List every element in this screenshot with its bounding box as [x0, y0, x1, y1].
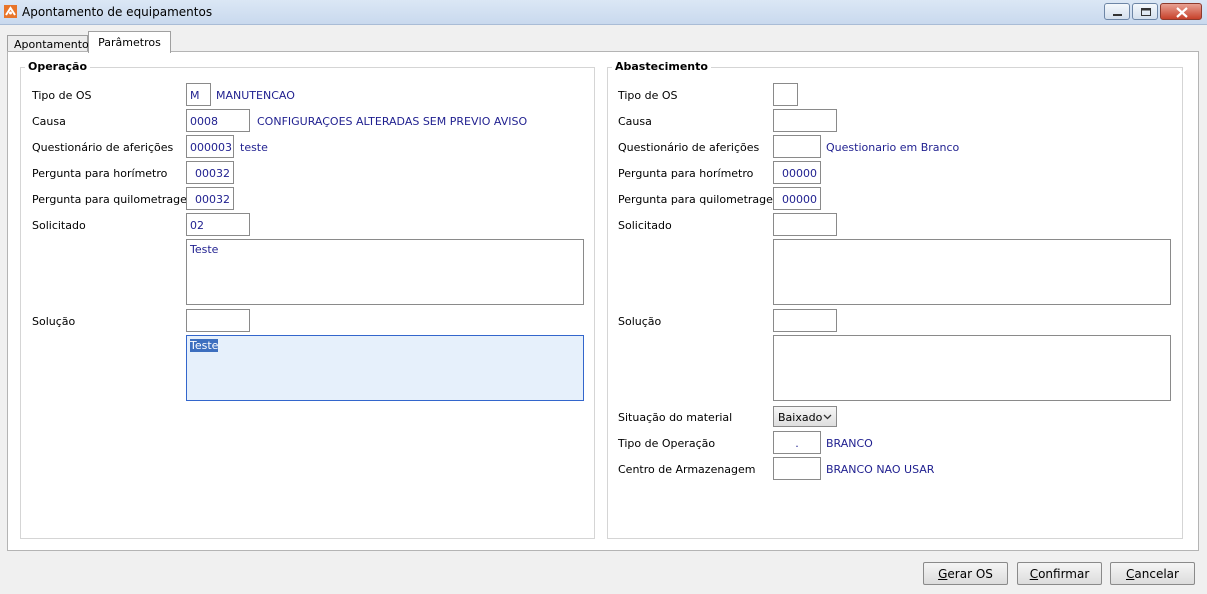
ab-causa-input[interactable]: [773, 109, 837, 132]
op-solucao-input[interactable]: [186, 309, 250, 332]
gerar-os-mnemonic: G: [938, 567, 948, 581]
ab-centro-armazenagem-desc: BRANCO NAO USAR: [826, 463, 935, 476]
ab-tipo-os-input[interactable]: [773, 83, 798, 106]
op-pergunta-horimetro-label: Pergunta para horímetro: [32, 167, 168, 180]
op-causa-input[interactable]: 0008: [186, 109, 250, 132]
op-causa-desc: CONFIGURAÇOES ALTERADAS SEM PREVIO AVISO: [257, 115, 528, 128]
op-questionario-desc: teste: [240, 141, 268, 154]
ab-causa-label: Causa: [618, 115, 652, 128]
ab-situacao-material-value: Baixado: [778, 411, 823, 424]
op-questionario-input[interactable]: 000003: [186, 135, 234, 158]
op-pergunta-quilometragem-input[interactable]: 00032: [186, 187, 234, 210]
op-solicitado-input[interactable]: 02: [186, 213, 250, 236]
op-pergunta-horimetro-input[interactable]: 00032: [186, 161, 234, 184]
operacao-group: Operação Tipo de OS M MANUTENCAO Causa 0…: [20, 60, 595, 539]
ab-tipo-os-label: Tipo de OS: [618, 89, 678, 102]
op-tipo-os-input[interactable]: M: [186, 83, 211, 106]
abastecimento-group: Abastecimento Tipo de OS Causa Questioná…: [607, 60, 1183, 539]
window-title: Apontamento de equipamentos: [22, 5, 213, 19]
ab-pergunta-quilometragem-input[interactable]: 00000: [773, 187, 821, 210]
ab-pergunta-horimetro-input[interactable]: 00000: [773, 161, 821, 184]
ab-tipo-operacao-label: Tipo de Operação: [618, 437, 716, 450]
op-solicitado-label: Solicitado: [32, 219, 86, 232]
op-pergunta-quilometragem-label: Pergunta para quilometragem: [32, 193, 198, 206]
ab-centro-armazenagem-input[interactable]: [773, 457, 821, 480]
op-solucao-memo-text: Teste: [190, 339, 219, 352]
tab-apontamentos[interactable]: Apontamentos: [7, 35, 95, 52]
confirmar-label: onfirmar: [1038, 567, 1090, 581]
ab-pergunta-quilometragem-label: Pergunta para quilometragem: [618, 193, 784, 206]
ab-pergunta-horimetro-label: Pergunta para horímetro: [618, 167, 754, 180]
tab-parametros[interactable]: Parâmetros: [88, 31, 171, 53]
ab-situacao-material-select[interactable]: Baixado: [773, 406, 837, 427]
op-tipo-os-desc: MANUTENCAO: [216, 89, 295, 102]
gerar-os-label: erar OS: [947, 567, 993, 581]
op-questionario-label: Questionário de aferições: [32, 141, 174, 154]
ab-centro-armazenagem-label: Centro de Armazenagem: [618, 463, 756, 476]
maximize-button[interactable]: [1132, 3, 1158, 20]
ab-solucao-label: Solução: [618, 315, 662, 328]
ab-situacao-material-label: Situação do material: [618, 411, 733, 424]
ab-tipo-operacao-input[interactable]: .: [773, 431, 821, 454]
cancelar-label: ancelar: [1134, 567, 1179, 581]
ab-questionario-desc: Questionario em Branco: [826, 141, 960, 154]
confirmar-button[interactable]: Confirmar: [1017, 562, 1102, 585]
op-solucao-memo[interactable]: Teste: [186, 335, 584, 401]
app-icon: [4, 5, 17, 18]
maximize-icon: [1141, 8, 1151, 16]
abastecimento-legend: Abastecimento: [612, 60, 711, 73]
confirmar-mnemonic: C: [1029, 567, 1039, 581]
op-solucao-label: Solução: [32, 315, 76, 328]
ab-solicitado-label: Solicitado: [618, 219, 672, 232]
op-causa-label: Causa: [32, 115, 66, 128]
minimize-icon: [1113, 14, 1122, 16]
gerar-os-button[interactable]: Gerar OS: [923, 562, 1008, 585]
op-solicitado-memo[interactable]: Teste: [186, 239, 584, 305]
op-tipo-os-label: Tipo de OS: [32, 89, 92, 102]
ab-solucao-input[interactable]: [773, 309, 837, 332]
ab-solucao-memo[interactable]: [773, 335, 1171, 401]
operacao-legend: Operação: [25, 60, 91, 73]
ab-questionario-input[interactable]: [773, 135, 821, 158]
ab-solicitado-memo[interactable]: [773, 239, 1171, 305]
title-bar: Apontamento de equipamentos: [0, 0, 1207, 25]
ab-solicitado-input[interactable]: [773, 213, 837, 236]
parametros-panel: Operação Tipo de OS M MANUTENCAO Causa 0…: [7, 51, 1199, 551]
minimize-button[interactable]: [1104, 3, 1130, 20]
chevron-down-icon: [823, 414, 832, 420]
cancelar-button[interactable]: Cancelar: [1110, 562, 1195, 585]
close-button[interactable]: [1160, 3, 1202, 20]
close-icon: [1176, 7, 1188, 18]
ab-tipo-operacao-desc: BRANCO: [826, 437, 873, 450]
ab-questionario-label: Questionário de aferições: [618, 141, 760, 154]
